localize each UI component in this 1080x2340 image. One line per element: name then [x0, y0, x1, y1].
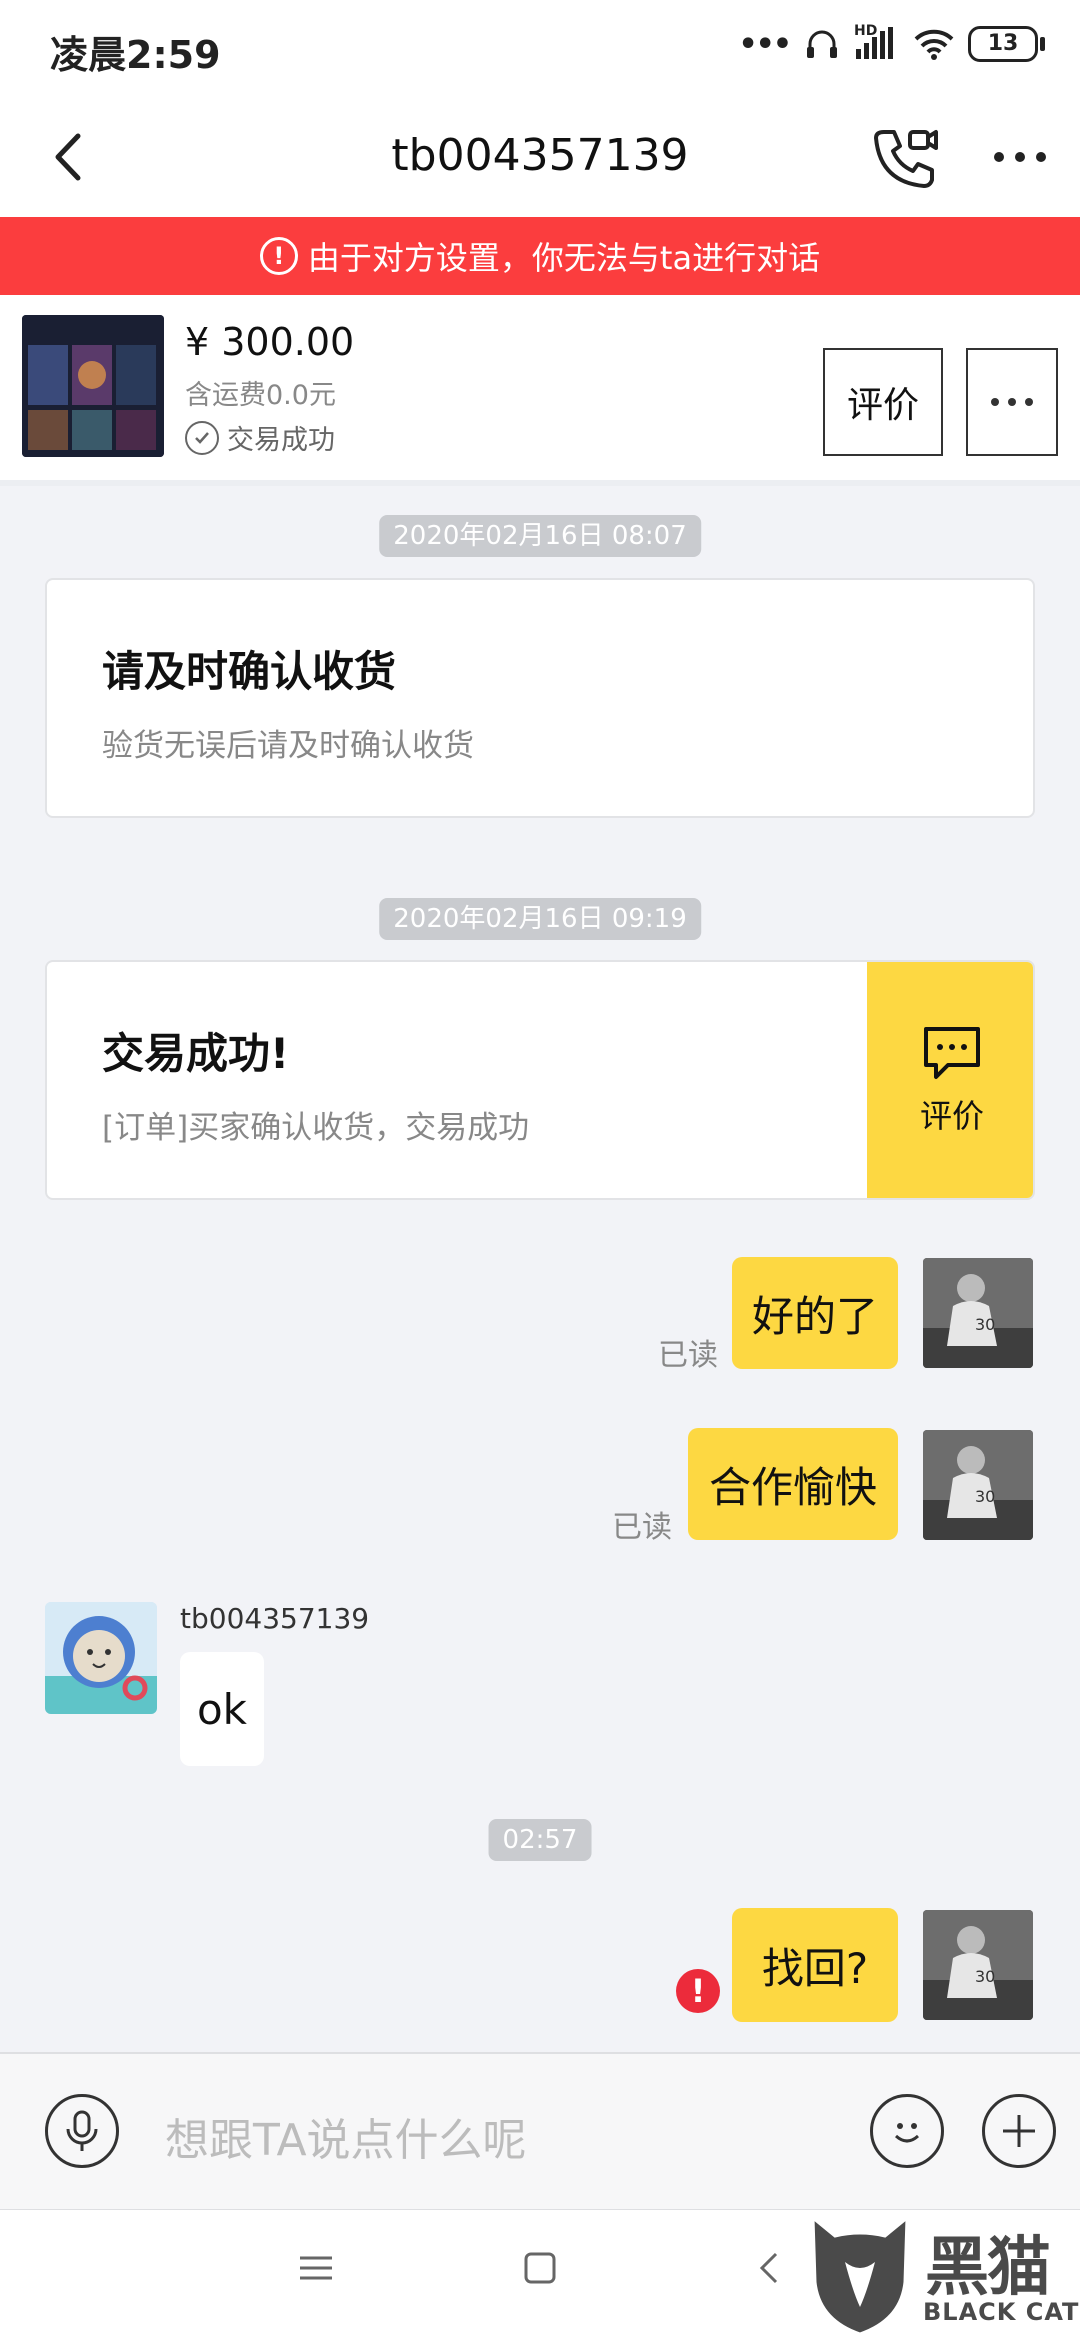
- voice-button[interactable]: [45, 2094, 119, 2168]
- avatar[interactable]: 30: [923, 1430, 1033, 1540]
- read-status: 已读: [612, 1510, 672, 1545]
- product-thumbnail[interactable]: [22, 315, 164, 457]
- chat-header: tb004357139: [0, 100, 1080, 217]
- contact-name: tb004357139: [180, 1602, 370, 1635]
- svg-text:30: 30: [975, 1315, 995, 1334]
- rate-action-button[interactable]: 评价: [867, 962, 1033, 1198]
- timestamp: 2020年02月16日 08:07: [379, 515, 701, 557]
- watermark-sub: BLACK CAT: [923, 2298, 1080, 2326]
- emoji-button[interactable]: [870, 2094, 944, 2168]
- message-input-bar: 想跟TA说点什么呢: [0, 2052, 1080, 2212]
- smiley-icon: [894, 2123, 920, 2143]
- status-time: 凌晨2:59: [50, 33, 221, 77]
- signal-icon: HD: [854, 23, 900, 61]
- warning-icon: !: [259, 237, 298, 275]
- card-subtitle: 验货无误后请及时确认收货: [102, 728, 474, 764]
- headset-icon: [807, 30, 837, 58]
- send-failed-icon[interactable]: !: [676, 1969, 720, 2013]
- watermark: 黑猫 BLACK CAT: [805, 2210, 1080, 2340]
- status-icons: ••• HD 13: [738, 23, 1045, 62]
- plus-icon: [1003, 2115, 1035, 2147]
- card-title: 请及时确认收货: [102, 647, 397, 696]
- menu-icon: [300, 2256, 332, 2280]
- message-input[interactable]: 想跟TA说点什么呢: [165, 2104, 527, 2168]
- svg-text:30: 30: [975, 1967, 995, 1986]
- watermark-brand: 黑猫: [925, 2231, 1051, 2305]
- microphone-icon: [66, 2110, 98, 2151]
- product-more-button[interactable]: [966, 348, 1058, 456]
- message-bubble[interactable]: 找回?: [732, 1908, 898, 2022]
- system-nav-bar: 黑猫 BLACK CAT: [0, 2210, 1080, 2340]
- blocked-warning-banner: ! 由于对方设置，你无法与ta进行对话: [0, 217, 1080, 295]
- rate-action-label: 评价: [919, 1097, 984, 1135]
- banner-text: 由于对方设置，你无法与ta进行对话: [307, 239, 821, 277]
- message-bubble[interactable]: ok: [180, 1652, 264, 1766]
- read-status: 已读: [658, 1338, 718, 1373]
- phone-video-icon: [874, 130, 938, 188]
- status-bar: 凌晨2:59 ••• HD 13: [0, 0, 1080, 100]
- square-icon: [524, 2252, 556, 2284]
- more-horizontal-icon: [991, 398, 1033, 406]
- call-button[interactable]: [870, 122, 942, 194]
- rate-button[interactable]: 评价: [823, 348, 943, 456]
- add-attachment-button[interactable]: [982, 2094, 1056, 2168]
- more-options-button[interactable]: [985, 122, 1055, 192]
- product-price: ¥ 300.00: [185, 320, 355, 364]
- chevron-left-icon: [759, 2252, 778, 2284]
- svg-text:30: 30: [975, 1487, 995, 1506]
- more-horizontal-icon: [994, 152, 1046, 162]
- trade-status-label: 交易成功: [227, 425, 335, 456]
- wifi-icon: [914, 29, 954, 60]
- home-nav-button[interactable]: [522, 2250, 558, 2290]
- trade-success-card[interactable]: 交易成功! [订单]买家确认收货，交易成功 评价: [45, 960, 1035, 1200]
- card-title: 交易成功!: [102, 1029, 290, 1078]
- card-subtitle: [订单]买家确认收货，交易成功: [102, 1110, 530, 1146]
- battery-level: 13: [987, 31, 1019, 56]
- confirm-receipt-card[interactable]: 请及时确认收货 验货无误后请及时确认收货: [45, 578, 1035, 818]
- trade-status: 交易成功: [185, 418, 335, 457]
- shipping-fee: 含运费0.0元: [185, 380, 336, 411]
- battery-icon: 13: [968, 26, 1045, 62]
- more-dots-icon: •••: [738, 26, 792, 62]
- avatar[interactable]: 30: [923, 1910, 1033, 2020]
- back-nav-button[interactable]: [752, 2250, 788, 2290]
- avatar[interactable]: 30: [923, 1258, 1033, 1368]
- comment-icon: [924, 1027, 980, 1079]
- timestamp: 2020年02月16日 09:19: [379, 898, 701, 940]
- product-card[interactable]: ¥ 300.00 含运费0.0元 交易成功 评价: [0, 295, 1080, 486]
- contact-avatar[interactable]: [45, 1602, 157, 1714]
- black-cat-logo-icon: [811, 2214, 909, 2336]
- timestamp: 02:57: [488, 1819, 592, 1861]
- check-circle-icon: [185, 420, 219, 455]
- message-bubble[interactable]: 合作愉快: [688, 1428, 898, 1540]
- menu-nav-button[interactable]: [298, 2250, 334, 2290]
- message-bubble[interactable]: 好的了: [732, 1257, 898, 1369]
